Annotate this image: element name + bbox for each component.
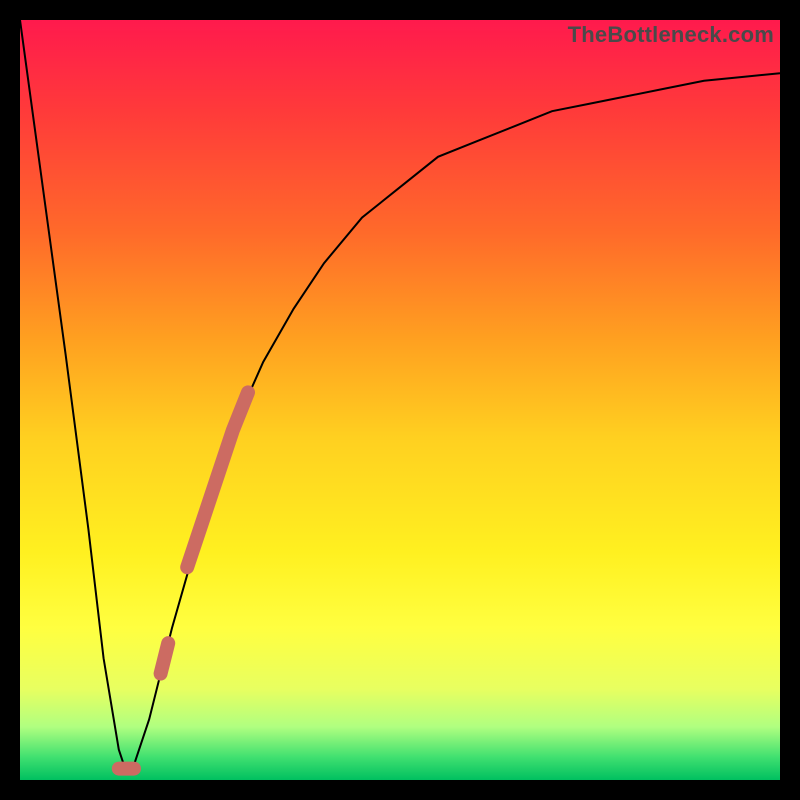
bottleneck-curve [20,20,780,772]
highlight-segment [187,392,248,567]
chart-area: TheBottleneck.com [20,20,780,780]
highlight-markers [119,392,248,768]
highlight-dot-1 [161,643,169,673]
chart-svg [20,20,780,780]
